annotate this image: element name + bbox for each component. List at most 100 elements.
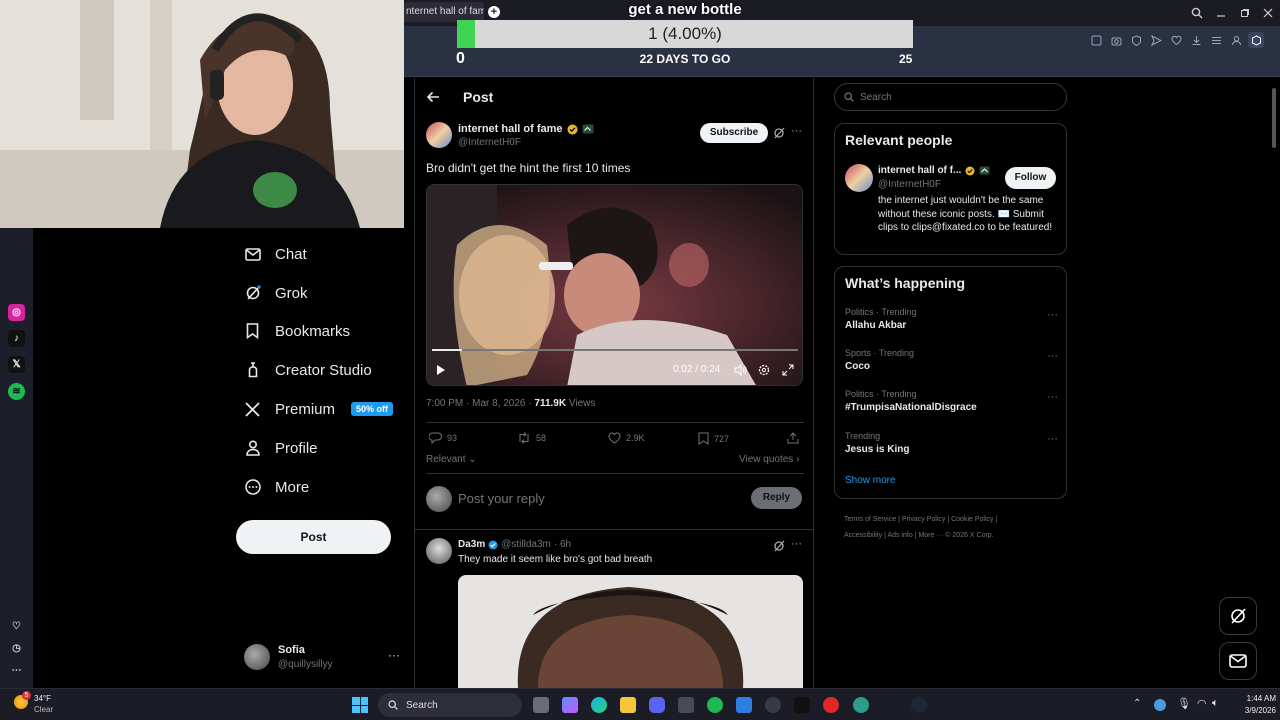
shield-icon[interactable] (1128, 32, 1144, 48)
grok-post-icon[interactable] (773, 127, 785, 139)
close-icon[interactable] (1263, 8, 1273, 18)
volume-icon[interactable]: 🔈︎ (1212, 697, 1219, 710)
nav-item-grok[interactable]: Grok (244, 278, 308, 308)
person-name-row[interactable]: internet hall of f... (878, 165, 990, 176)
trend-item[interactable]: Politics · Trending #TrumpisaNationalDis… (845, 389, 1058, 419)
reply-more-icon[interactable]: ··· (791, 538, 802, 550)
clock-time[interactable]: 1:44 AM (1230, 694, 1276, 703)
globe-icon[interactable] (853, 697, 869, 713)
reply-author-avatar[interactable] (426, 538, 452, 564)
browser-search-icon[interactable] (1191, 7, 1203, 19)
nav-item-profile[interactable]: Profile (244, 433, 318, 463)
view-quotes-link[interactable]: View quotes › (739, 454, 799, 465)
fullscreen-icon[interactable] (782, 364, 794, 376)
reply-input[interactable]: Post your reply (458, 491, 545, 506)
opera-icon[interactable] (823, 697, 839, 713)
account-more-icon[interactable]: ··· (388, 648, 400, 662)
account-switcher[interactable]: Sofia @quillysillyy ··· (244, 644, 404, 676)
task-view-icon[interactable] (533, 697, 549, 713)
repost-action[interactable]: 58 (517, 432, 546, 444)
download-icon[interactable] (1188, 32, 1204, 48)
video-progress-track[interactable] (432, 349, 798, 351)
mail-icon[interactable] (736, 697, 752, 713)
more-icon[interactable]: ⋯ (8, 662, 25, 679)
sort-relevant-dropdown[interactable]: Relevant ⌄ (426, 454, 477, 465)
trend-more-icon[interactable]: ··· (1047, 433, 1058, 445)
heart-icon[interactable] (1168, 32, 1184, 48)
new-tab-button[interactable]: + (488, 6, 500, 18)
post-button[interactable]: Post (236, 520, 391, 554)
grok-reply-icon[interactable] (773, 540, 785, 552)
nav-item-chat[interactable]: Chat (244, 239, 307, 269)
onedrive-icon[interactable] (1154, 699, 1166, 711)
x-app-icon[interactable]: 𝕏 (8, 356, 25, 373)
follow-button[interactable]: Follow (1005, 167, 1056, 189)
edit-icon[interactable] (1088, 32, 1104, 48)
reply-button[interactable]: Reply (751, 487, 802, 509)
trend-item[interactable]: Politics · Trending Allahu Akbar ··· (845, 307, 1058, 337)
instagram-icon[interactable]: ◎ (8, 304, 25, 321)
trend-more-icon[interactable]: ··· (1047, 309, 1058, 321)
bookmark-action[interactable]: 727 (698, 432, 729, 445)
scrollbar-thumb[interactable] (1272, 88, 1276, 148)
camera-icon[interactable] (1108, 32, 1124, 48)
footer-line[interactable]: Terms of Service | Privacy Policy | Cook… (844, 512, 1064, 528)
file-explorer-icon[interactable] (620, 697, 636, 713)
nav-item-premium[interactable]: Premium 50% off (244, 394, 394, 424)
reply-author-row[interactable]: Da3m @stillda3m · 6h (458, 539, 571, 550)
person-avatar[interactable] (845, 164, 873, 192)
menu-icon[interactable] (1208, 32, 1224, 48)
browser-tab[interactable]: nternet hall of fame o (404, 2, 484, 22)
scrollbar[interactable] (1270, 80, 1278, 690)
nav-item-bookmarks[interactable]: Bookmarks (244, 316, 350, 346)
footer-links[interactable]: Terms of Service | Privacy Policy | Cook… (844, 512, 1064, 544)
reply-action[interactable]: 93 (429, 432, 457, 444)
minimize-icon[interactable] (1216, 8, 1226, 18)
post-video[interactable]: 0:02 / 0:24 (426, 184, 803, 386)
trend-more-icon[interactable]: ··· (1047, 350, 1058, 362)
subscribe-button[interactable]: Subscribe (700, 123, 768, 143)
show-more-link[interactable]: Show more (845, 475, 896, 486)
trend-item[interactable]: Sports · Trending Coco ··· (845, 348, 1058, 378)
clock-date[interactable]: 3/9/2026 (1230, 706, 1276, 715)
restore-icon[interactable] (1240, 8, 1250, 18)
settings-gear-icon[interactable] (758, 364, 770, 376)
discord-icon[interactable] (649, 697, 665, 713)
spotify-icon[interactable]: ≋ (8, 383, 25, 400)
copilot-icon[interactable] (562, 697, 578, 713)
spotify-icon[interactable] (707, 697, 723, 713)
play-icon[interactable] (436, 364, 446, 376)
tiktok-icon[interactable]: ♪ (8, 330, 25, 347)
footer-line[interactable]: Accessibility | Ads info | More ··· © 20… (844, 528, 1064, 544)
windows-start-icon[interactable] (352, 697, 368, 713)
post-more-icon[interactable]: ··· (791, 125, 802, 137)
share-icon[interactable] (787, 432, 799, 444)
volume-icon[interactable] (734, 364, 747, 376)
edge-icon[interactable] (591, 697, 607, 713)
tiktok-icon[interactable] (794, 697, 810, 713)
extension-cube-icon[interactable] (1248, 32, 1264, 48)
taskbar-search[interactable]: Search (378, 693, 522, 717)
grok-fab-button[interactable] (1219, 597, 1257, 635)
reply-image[interactable] (458, 575, 803, 688)
messages-fab-button[interactable] (1219, 642, 1257, 680)
trend-item[interactable]: Trending Jesus is King ··· (845, 431, 1058, 461)
like-action[interactable]: 2.9K (608, 432, 645, 444)
back-arrow-icon[interactable] (426, 90, 440, 104)
profile-icon[interactable] (1228, 32, 1244, 48)
send-icon[interactable] (1148, 32, 1164, 48)
search-input[interactable]: Search (834, 83, 1067, 111)
microphone-icon[interactable]: 🎙︎ (1177, 697, 1191, 710)
history-icon[interactable]: ◷ (8, 640, 25, 657)
tray-chevron-up-icon[interactable]: ⌃ (1133, 698, 1141, 709)
trend-more-icon[interactable]: ··· (1047, 391, 1058, 403)
author-name-row[interactable]: internet hall of fame (458, 123, 594, 135)
heart-icon[interactable]: ♡ (8, 618, 25, 635)
obs-icon[interactable] (765, 697, 781, 713)
author-avatar[interactable] (426, 122, 452, 148)
nav-item-creator-studio[interactable]: Creator Studio (244, 355, 372, 385)
nav-item-more[interactable]: More (244, 472, 309, 502)
store-icon[interactable] (678, 697, 694, 713)
wifi-icon[interactable]: ◠ (1197, 697, 1207, 710)
steam-icon[interactable] (911, 697, 927, 713)
